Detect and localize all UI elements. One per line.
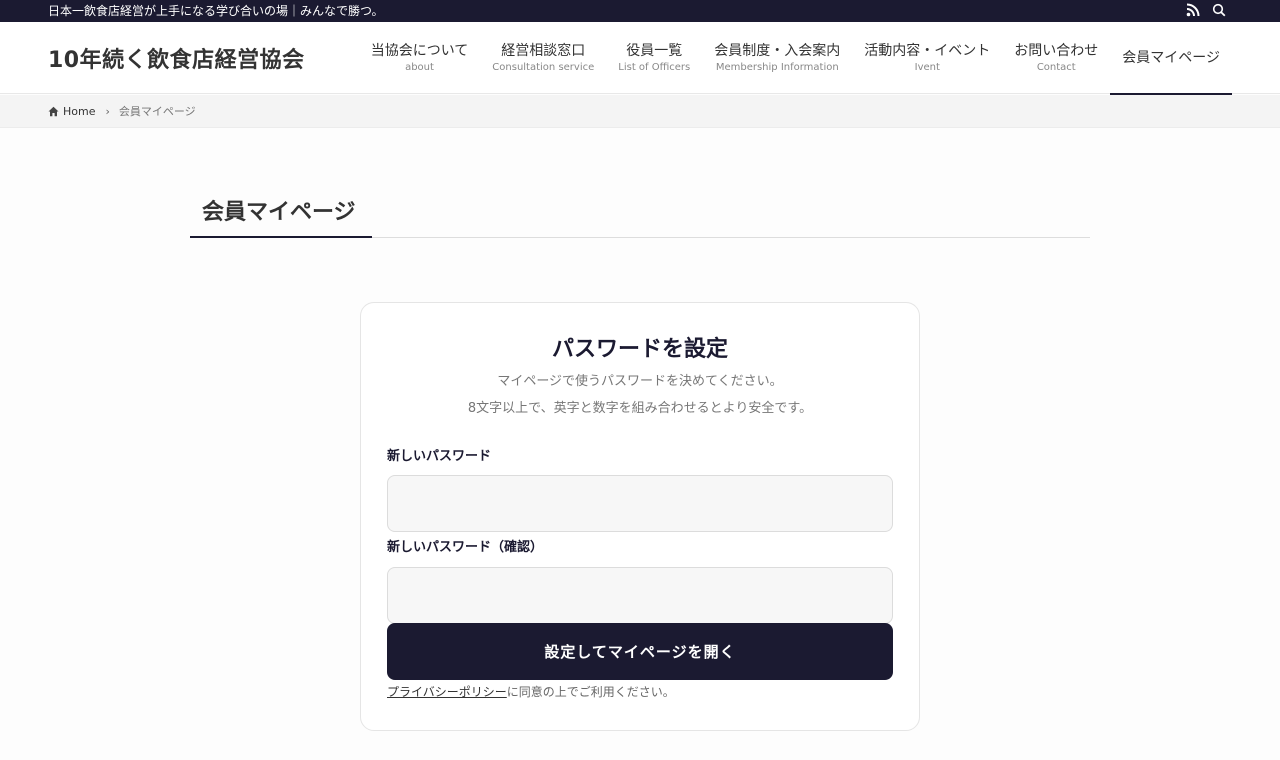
form-description-1: マイページで使うパスワードを決めてください。 — [497, 374, 783, 389]
nav-item-label: 当協会について — [370, 43, 469, 59]
privacy-note: プライバシーポリシーに同意の上でご利用ください。 — [387, 683, 675, 700]
form-description-2: 8文字以上で、英字と数字を組み合わせるとより安全です。 — [467, 401, 813, 416]
top-bar: 日本一飲食店経営が上手になる学び合いの場｜みんなで勝つ。 — [0, 0, 1280, 22]
nav-item-mypage[interactable]: 会員マイページ — [1110, 22, 1232, 95]
topbar-icons — [1186, 3, 1226, 17]
page-title-area: 会員マイページ — [190, 196, 1090, 238]
site-header: 10年続く飲食店経営協会 当協会について about 経営相談窓口 Consul… — [0, 22, 1280, 95]
new-password-input[interactable] — [387, 475, 893, 532]
site-title[interactable]: 10年続く飲食店経営協会 — [48, 42, 305, 74]
confirm-password-input[interactable] — [387, 567, 893, 624]
nav-item-events[interactable]: 活動内容・イベント Ivent — [852, 22, 1002, 94]
chevron-right-icon: › — [105, 104, 110, 118]
nav-item-label: 活動内容・イベント — [864, 43, 991, 59]
nav-item-label: 経営相談窓口 — [501, 43, 586, 59]
nav-item-sublabel: Ivent — [914, 62, 940, 73]
nav-item-sublabel: about — [405, 62, 434, 73]
nav-item-label: お問い合わせ — [1014, 43, 1099, 59]
nav-item-sublabel: Consultation service — [492, 62, 595, 73]
submit-button[interactable]: 設定してマイページを開く — [387, 623, 893, 680]
nav-item-sublabel: Membership Information — [715, 62, 839, 73]
nav-item-sublabel: List of Officers — [618, 62, 691, 73]
nav-item-officers[interactable]: 役員一覧 List of Officers — [606, 22, 702, 94]
site-tagline: 日本一飲食店経営が上手になる学び合いの場｜みんなで勝つ。 — [48, 4, 384, 18]
search-icon[interactable] — [1212, 3, 1226, 17]
password-setup-card: パスワードを設定 マイページで使うパスワードを決めてください。 8文字以上で、英… — [360, 302, 920, 731]
nav-item-about[interactable]: 当協会について about — [359, 22, 481, 94]
nav-item-label: 会員マイページ — [1122, 50, 1220, 66]
nav-item-sublabel: Contact — [1036, 62, 1076, 73]
nav-item-consultation[interactable]: 経営相談窓口 Consultation service — [480, 22, 606, 94]
new-password-label: 新しいパスワード — [387, 449, 492, 464]
breadcrumb-home[interactable]: Home — [63, 105, 95, 118]
breadcrumb-current: 会員マイページ — [118, 105, 196, 118]
privacy-policy-link[interactable]: プライバシーポリシー — [387, 685, 507, 699]
nav-item-membership[interactable]: 会員制度・入会案内 Membership Information — [702, 22, 852, 94]
home-icon — [48, 106, 59, 117]
privacy-note-text: に同意の上でご利用ください。 — [506, 685, 675, 699]
breadcrumb: Home › 会員マイページ — [0, 95, 1280, 128]
form-title: パスワードを設定 — [551, 337, 728, 362]
nav-item-label: 会員制度・入会案内 — [714, 43, 841, 59]
rss-icon[interactable] — [1186, 3, 1200, 17]
confirm-password-label: 新しいパスワード（確認） — [387, 540, 544, 555]
page-title: 会員マイページ — [190, 196, 372, 238]
nav-item-contact[interactable]: お問い合わせ Contact — [1002, 22, 1110, 94]
global-nav: 当協会について about 経営相談窓口 Consultation servic… — [359, 22, 1232, 95]
nav-item-label: 役員一覧 — [626, 43, 683, 59]
